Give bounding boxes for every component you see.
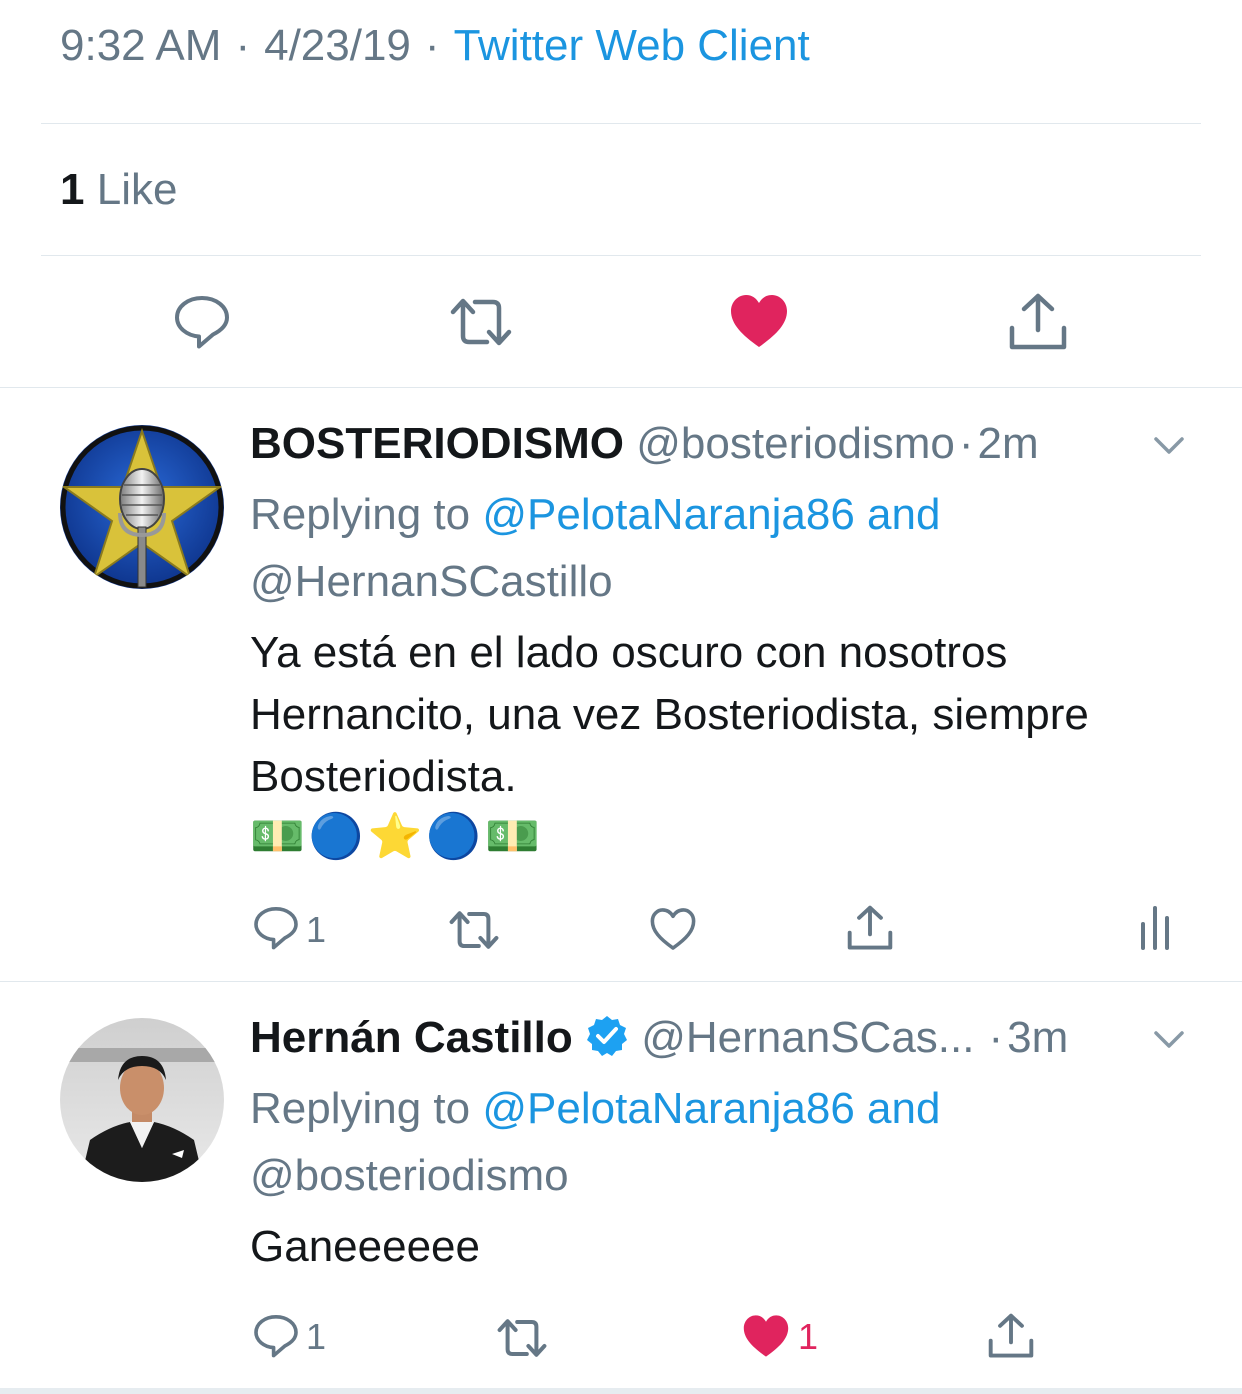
- chevron-down-icon[interactable]: [1152, 1022, 1186, 1061]
- tweet-time: 9:32 AM: [60, 21, 222, 70]
- handle[interactable]: @HernanSCas...: [641, 1013, 974, 1062]
- chevron-down-icon[interactable]: [1152, 428, 1186, 467]
- tweet-header: BOSTERIODISMO @bosteriodismo·2m: [250, 419, 1039, 468]
- reply-icon[interactable]: [252, 904, 300, 952]
- handle[interactable]: @bosteriodismo: [636, 419, 955, 468]
- heart-filled-icon[interactable]: [728, 292, 790, 350]
- like-count: 1: [798, 1316, 819, 1357]
- tweet-age: 3m: [1007, 1013, 1069, 1062]
- reply-count: 1: [306, 909, 327, 950]
- display-name[interactable]: BOSTERIODISMO: [250, 419, 624, 468]
- tweet-meta: 9:32 AM · 4/23/19 · Twitter Web Client: [60, 21, 810, 70]
- tweet-source-link[interactable]: Twitter Web Client: [454, 21, 810, 70]
- heart-filled-icon[interactable]: [741, 1313, 791, 1359]
- retweet-icon[interactable]: [446, 906, 502, 954]
- tweet-emoji: 💵🔵⭐🔵💵: [250, 812, 544, 861]
- mention-link[interactable]: @PelotaNaranja86 and: [482, 490, 940, 539]
- analytics-icon[interactable]: [1138, 904, 1172, 952]
- reply-icon[interactable]: [252, 1312, 300, 1360]
- tweet-age: 2m: [977, 419, 1039, 468]
- likes-count: 1: [60, 165, 85, 214]
- avatar[interactable]: [60, 425, 224, 589]
- mention-link[interactable]: @bosteriodismo: [250, 1143, 569, 1209]
- divider: [41, 123, 1201, 124]
- mention-link[interactable]: @HernanSCastillo: [250, 549, 613, 615]
- tweet-text-line: Ya está en el lado oscuro con nosotros: [250, 628, 1008, 677]
- tweet-header: Hernán Castillo @HernanSCas... ·3m: [250, 1008, 1068, 1074]
- tweet-text-line: Ganeeeeee: [250, 1222, 480, 1271]
- tweet-text-line: Hernancito, una vez Bosteriodista, siemp…: [250, 690, 1089, 739]
- heart-icon[interactable]: [648, 906, 698, 952]
- display-name[interactable]: Hernán Castillo: [250, 1013, 573, 1062]
- divider: [41, 255, 1201, 256]
- reply-icon[interactable]: [172, 292, 232, 352]
- retweet-icon[interactable]: [447, 292, 515, 352]
- share-icon[interactable]: [1006, 292, 1070, 352]
- reply-count: 1: [306, 1316, 327, 1357]
- likes-label: Like: [96, 165, 178, 214]
- divider: [0, 387, 1242, 388]
- retweet-icon[interactable]: [494, 1314, 550, 1362]
- divider: [0, 981, 1242, 982]
- divider: [0, 1388, 1242, 1394]
- share-icon[interactable]: [986, 1312, 1036, 1360]
- avatar[interactable]: [60, 1018, 224, 1182]
- replying-to: Replying to @PelotaNaranja86 and: [250, 1084, 941, 1133]
- tweet-text-line: Bosteriodista.: [250, 752, 517, 801]
- replying-to: Replying to @PelotaNaranja86 and: [250, 490, 941, 539]
- share-icon[interactable]: [845, 904, 895, 952]
- mention-link[interactable]: @PelotaNaranja86 and: [482, 1084, 940, 1133]
- likes-summary[interactable]: 1 Like: [60, 160, 177, 220]
- tweet-date: 4/23/19: [264, 21, 411, 70]
- verified-badge-icon: [585, 1014, 629, 1074]
